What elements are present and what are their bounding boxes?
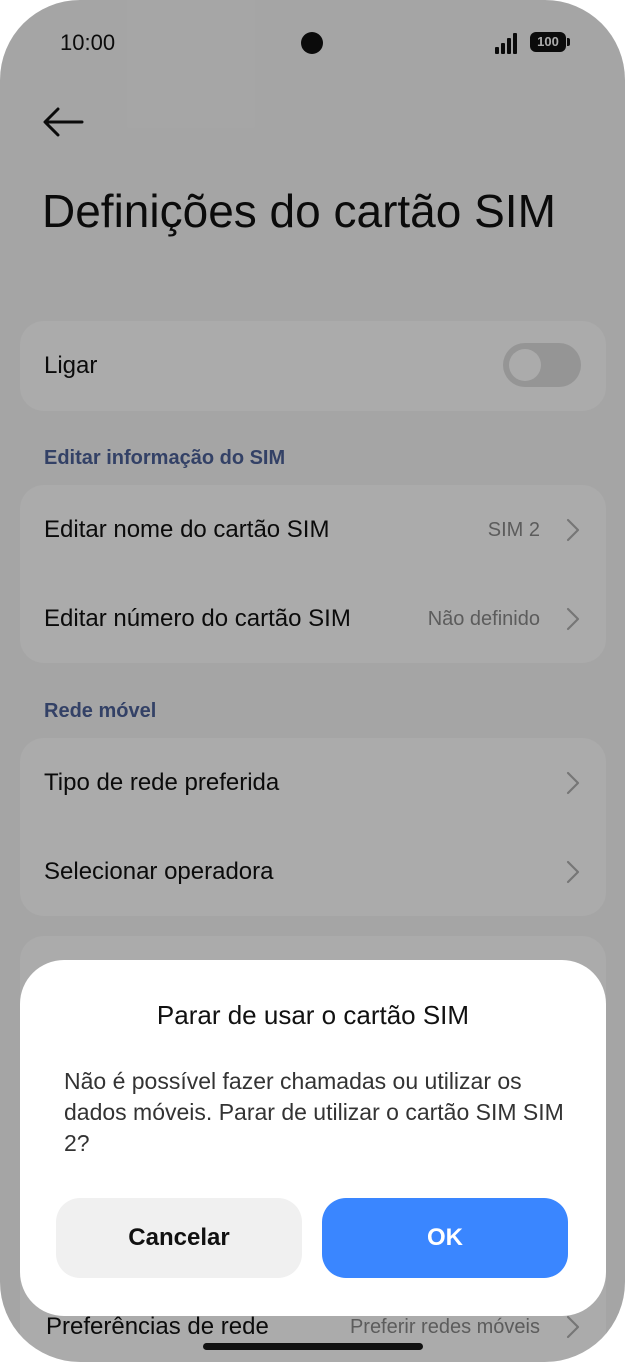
phone-screen: 10:00 100 Definições do cartão SIM Ligar… (0, 0, 625, 1362)
ok-button[interactable]: OK (322, 1198, 568, 1278)
stop-sim-dialog: Parar de usar o cartão SIM Não é possíve… (20, 960, 606, 1316)
dialog-title: Parar de usar o cartão SIM (156, 1000, 470, 1030)
dialog-message: Não é possível fazer chamadas ou utiliza… (64, 1068, 564, 1156)
cancel-button[interactable]: Cancelar (56, 1198, 302, 1278)
home-indicator[interactable] (203, 1343, 423, 1350)
